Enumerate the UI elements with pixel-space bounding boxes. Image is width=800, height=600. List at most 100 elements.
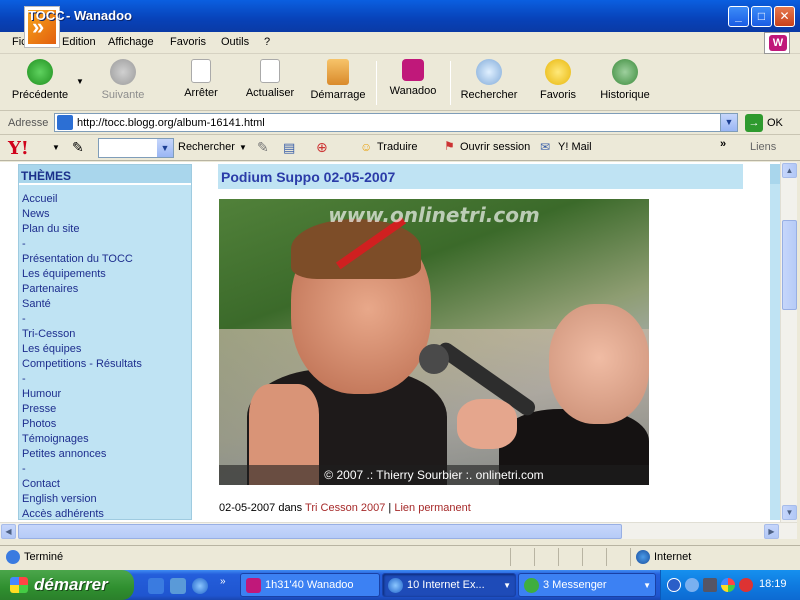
more-chevron-icon[interactable]: » — [720, 138, 726, 150]
links-button[interactable]: Liens — [750, 141, 776, 153]
scroll-up-icon[interactable]: ▲ — [782, 163, 797, 178]
system-tray: 18:19 — [660, 570, 800, 600]
quicklaunch-ie-icon[interactable] — [192, 578, 208, 594]
tray-network-icon[interactable] — [703, 578, 717, 592]
sidebar-item-presse[interactable]: Presse — [22, 403, 142, 418]
layout-icon[interactable]: ▤ — [283, 140, 295, 156]
history-icon — [612, 59, 638, 85]
scroll-right-icon[interactable]: ▶ — [764, 524, 779, 539]
target-icon[interactable]: ⊕ — [316, 139, 328, 156]
home-button[interactable]: Démarrage — [306, 59, 370, 101]
sidebar-item-humour[interactable]: Humour — [22, 388, 142, 403]
vertical-scrollbar[interactable]: ▲ ▼ — [780, 162, 797, 522]
yahoo-toolbar: Y! ▼ ✎ ▼ Rechercher ▼ ✎ ▤ ⊕ ☺ Traduire ⚑… — [0, 135, 800, 161]
toolbar: Précédente ▼ Suivante Arrêter Actualiser… — [0, 55, 800, 111]
address-url[interactable]: http://tocc.blogg.org/album-16141.html — [77, 117, 265, 129]
address-input[interactable]: http://tocc.blogg.org/album-16141.html ▼ — [54, 113, 738, 132]
ie-page-icon — [6, 550, 20, 564]
tray-user-icon[interactable] — [685, 578, 699, 592]
yahoo-search-button[interactable]: Rechercher — [178, 141, 235, 153]
sidebar-item-competitions[interactable]: Competitions - Résultats — [22, 358, 142, 373]
post-permalink[interactable]: Lien permanent — [394, 502, 470, 514]
back-button[interactable]: Précédente — [10, 59, 70, 101]
post-category-link[interactable]: Tri Cesson 2007 — [305, 502, 385, 514]
menu-edit[interactable]: Edition — [62, 36, 96, 48]
task-internet-explorer[interactable]: 10 Internet Ex... ▼ — [382, 573, 516, 597]
stop-button[interactable]: Arrêter — [178, 59, 224, 99]
task-wanadoo[interactable]: 1h31'40 Wanadoo — [240, 573, 380, 597]
task-group-dropdown-icon[interactable]: ▼ — [643, 581, 651, 590]
sidebar-item-equipements[interactable]: Les équipements — [22, 268, 142, 283]
window-title: - Wanadoo — [66, 8, 132, 23]
refresh-icon — [260, 59, 280, 83]
address-dropdown-icon[interactable]: ▼ — [720, 114, 737, 131]
highlight-icon[interactable]: ✎ — [257, 139, 269, 156]
horizontal-scrollbar[interactable]: ◀ ▶ — [0, 522, 797, 539]
sidebar-item-acces[interactable]: Accès adhérents — [22, 508, 142, 522]
translate-button[interactable]: Traduire — [377, 141, 418, 153]
close-button[interactable]: ✕ — [774, 6, 795, 27]
menu-view[interactable]: Affichage — [108, 36, 154, 48]
yahoo-search-input[interactable]: ▼ — [98, 138, 174, 158]
sidebar-separator: - — [22, 313, 26, 325]
horizontal-scroll-thumb[interactable] — [18, 524, 622, 539]
yahoo-search-dropdown-icon[interactable]: ▼ — [157, 139, 173, 157]
post-date: 02-05-2007 dans — [219, 502, 306, 514]
sidebar-item-photos[interactable]: Photos — [22, 418, 142, 433]
sidebar: THÈMES Accueil News Plan du site - Prése… — [18, 164, 192, 520]
sidebar-item-tri-cesson[interactable]: Tri-Cesson — [22, 328, 142, 343]
sidebar-item-presentation[interactable]: Présentation du TOCC — [22, 253, 142, 268]
sidebar-item-annonces[interactable]: Petites annonces — [22, 448, 142, 463]
sidebar-item-plan[interactable]: Plan du site — [22, 223, 142, 238]
sidebar-list: Accueil News Plan du site - Présentation… — [22, 193, 142, 522]
sidebar-item-accueil[interactable]: Accueil — [22, 193, 142, 208]
pencil-icon[interactable]: ✎ — [72, 139, 84, 156]
sidebar-item-english[interactable]: English version — [22, 493, 142, 508]
tray-expand-icon[interactable] — [667, 578, 681, 592]
search-button[interactable]: Rechercher — [458, 59, 520, 101]
sidebar-item-news[interactable]: News — [22, 208, 142, 223]
wanadoo-button[interactable]: Wanadoo — [386, 59, 440, 97]
refresh-button[interactable]: Actualiser — [242, 59, 298, 99]
task-messenger[interactable]: 3 Messenger ▼ — [518, 573, 656, 597]
sidebar-item-contact[interactable]: Contact — [22, 478, 142, 493]
menu-tools[interactable]: Outils — [221, 36, 249, 48]
page-content: THÈMES Accueil News Plan du site - Prése… — [0, 162, 780, 522]
start-button[interactable]: démarrer — [0, 570, 134, 600]
favorites-button[interactable]: Favoris — [536, 59, 580, 101]
maximize-button[interactable]: □ — [751, 6, 772, 27]
task-group-dropdown-icon[interactable]: ▼ — [503, 581, 511, 590]
sidebar-item-sante[interactable]: Santé — [22, 298, 142, 313]
go-button[interactable]: OK — [767, 117, 783, 129]
post-photo[interactable]: www.onlinetri.com © 2007 .: Thierry Sour… — [219, 199, 649, 485]
scroll-down-icon[interactable]: ▼ — [782, 505, 797, 520]
quicklaunch-more-icon[interactable]: » — [220, 576, 226, 587]
title-bar[interactable]: TOCC - Wanadoo _ □ ✕ — [0, 0, 800, 32]
back-dropdown-icon[interactable]: ▼ — [76, 77, 84, 86]
zone-text: Internet — [654, 551, 692, 563]
minimize-button[interactable]: _ — [728, 6, 749, 27]
wanadoo-logo-icon: W — [764, 32, 790, 54]
search-dropdown-icon[interactable]: ▼ — [239, 143, 247, 152]
vertical-scroll-thumb[interactable] — [782, 220, 797, 310]
tray-antivirus-icon[interactable] — [739, 578, 753, 592]
sidebar-item-temoignages[interactable]: Témoignages — [22, 433, 142, 448]
forward-button[interactable]: Suivante — [96, 59, 150, 101]
yahoo-logo-icon[interactable]: Y! — [8, 138, 29, 159]
sidebar-item-equipes[interactable]: Les équipes — [22, 343, 142, 358]
tray-messenger-icon[interactable] — [721, 578, 735, 592]
scroll-left-icon[interactable]: ◀ — [1, 524, 16, 539]
sidebar-separator: - — [22, 373, 26, 385]
sidebar-item-partenaires[interactable]: Partenaires — [22, 283, 142, 298]
window-title-prefix: TOCC — [28, 8, 65, 23]
menu-help[interactable]: ? — [264, 36, 270, 48]
quicklaunch-desktop-icon[interactable] — [148, 578, 164, 594]
yahoo-dropdown-icon[interactable]: ▼ — [52, 143, 60, 152]
menu-favorites[interactable]: Favoris — [170, 36, 206, 48]
go-arrow-icon[interactable]: → — [745, 114, 763, 132]
quicklaunch-explorer-icon[interactable] — [170, 578, 186, 594]
yahoo-mail-button[interactable]: Y! Mail — [558, 141, 592, 153]
open-session-button[interactable]: Ouvrir session — [460, 141, 530, 153]
history-button[interactable]: Historique — [598, 59, 652, 101]
sidebar-separator: - — [22, 463, 26, 475]
